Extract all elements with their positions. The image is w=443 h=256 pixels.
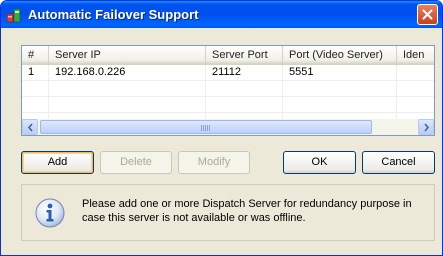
table-row[interactable]: 1 192.168.0.226 21112 5551	[22, 65, 434, 80]
horizontal-scrollbar[interactable]	[22, 119, 434, 135]
cell-server-port: 21112	[212, 66, 241, 78]
grid-line	[22, 96, 434, 97]
info-icon	[35, 198, 65, 228]
window-title: Automatic Failover Support	[28, 7, 199, 22]
scroll-grip	[201, 125, 211, 131]
grid-line	[22, 112, 434, 113]
scroll-right-button[interactable]	[418, 119, 434, 135]
app-network-icon	[7, 8, 21, 23]
arrow-right-icon	[424, 123, 430, 132]
grid-line	[22, 80, 434, 81]
ok-button[interactable]: OK	[283, 151, 356, 174]
list-header: # Server IP Server Port Port (Video Serv…	[22, 46, 434, 65]
close-button[interactable]	[417, 4, 438, 25]
column-header-number[interactable]: #	[22, 46, 49, 64]
title-bar[interactable]: Automatic Failover Support	[1, 1, 442, 28]
add-button[interactable]: Add	[21, 151, 94, 174]
info-panel: Please add one or more Dispatch Server f…	[21, 184, 435, 241]
cell-number: 1	[28, 66, 35, 78]
server-list[interactable]: # Server IP Server Port Port (Video Serv…	[21, 45, 435, 136]
scroll-thumb[interactable]	[40, 120, 372, 134]
scroll-left-button[interactable]	[22, 119, 38, 135]
cell-server-ip: 192.168.0.226	[55, 66, 126, 78]
column-header-server-port[interactable]: Server Port	[206, 46, 283, 64]
info-message: Please add one or more Dispatch Server f…	[82, 198, 412, 224]
dialog-window: Automatic Failover Support # Server IP S…	[0, 0, 443, 256]
close-icon	[422, 9, 433, 20]
column-header-video-port[interactable]: Port (Video Server)	[283, 46, 397, 64]
delete-button[interactable]: Delete	[100, 151, 172, 174]
arrow-left-icon	[27, 123, 33, 132]
cell-video-port: 5551	[289, 66, 314, 78]
modify-button[interactable]: Modify	[178, 151, 250, 174]
cancel-button[interactable]: Cancel	[362, 151, 435, 174]
column-header-server-ip[interactable]: Server IP	[49, 46, 206, 64]
column-header-identity[interactable]: Iden	[397, 46, 434, 64]
